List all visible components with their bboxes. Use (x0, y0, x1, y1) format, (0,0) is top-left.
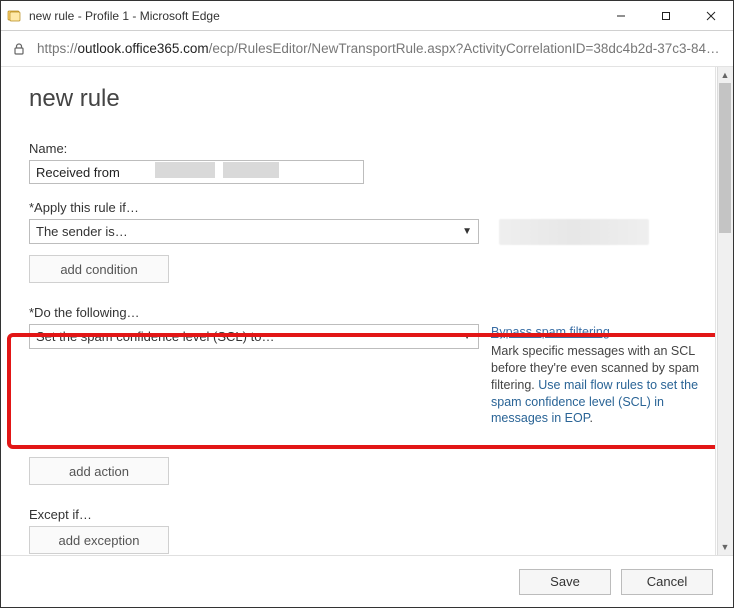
scroll-down-icon[interactable]: ▼ (717, 539, 733, 555)
page-content: new rule Name: *Apply this rule if… The … (1, 67, 733, 607)
url-text[interactable]: https://outlook.office365.com/ecp/RulesE… (37, 41, 723, 56)
condition-value-blurred (499, 219, 649, 245)
save-button[interactable]: Save (519, 569, 611, 595)
add-exception-button[interactable]: add exception (29, 526, 169, 554)
scrollbar-thumb[interactable] (719, 83, 731, 233)
page-title: new rule (29, 85, 725, 113)
dialog-footer: Save Cancel (1, 555, 733, 607)
scroll-up-icon[interactable]: ▲ (717, 67, 733, 83)
add-condition-button[interactable]: add condition (29, 255, 169, 283)
window-close-button[interactable] (688, 1, 733, 30)
hint-title-link[interactable]: Bypass spam filtering (491, 324, 701, 341)
window-title: new rule - Profile 1 - Microsoft Edge (29, 9, 598, 23)
vertical-scrollbar[interactable]: ▲ ▼ (717, 67, 733, 555)
app-icon (7, 8, 23, 24)
redacted-name (155, 160, 355, 180)
add-action-button[interactable]: add action (29, 457, 169, 485)
cancel-button[interactable]: Cancel (621, 569, 713, 595)
name-label: Name: (29, 141, 725, 156)
action-hint: Bypass spam filtering Mark specific mess… (491, 324, 701, 427)
window-titlebar: new rule - Profile 1 - Microsoft Edge (1, 1, 733, 31)
chevron-down-icon: ▼ (462, 226, 472, 237)
condition-dropdown[interactable]: The sender is… ▼ (29, 219, 479, 244)
lock-icon (11, 41, 27, 57)
window-minimize-button[interactable] (598, 1, 643, 30)
window-maximize-button[interactable] (643, 1, 688, 30)
do-following-label: *Do the following… (29, 305, 725, 320)
chevron-down-icon: ▼ (462, 331, 472, 342)
address-bar: https://outlook.office365.com/ecp/RulesE… (1, 31, 733, 67)
apply-if-label: *Apply this rule if… (29, 200, 725, 215)
except-if-label: Except if… (29, 507, 725, 522)
action-dropdown[interactable]: Set the spam confidence level (SCL) to… … (29, 324, 479, 349)
